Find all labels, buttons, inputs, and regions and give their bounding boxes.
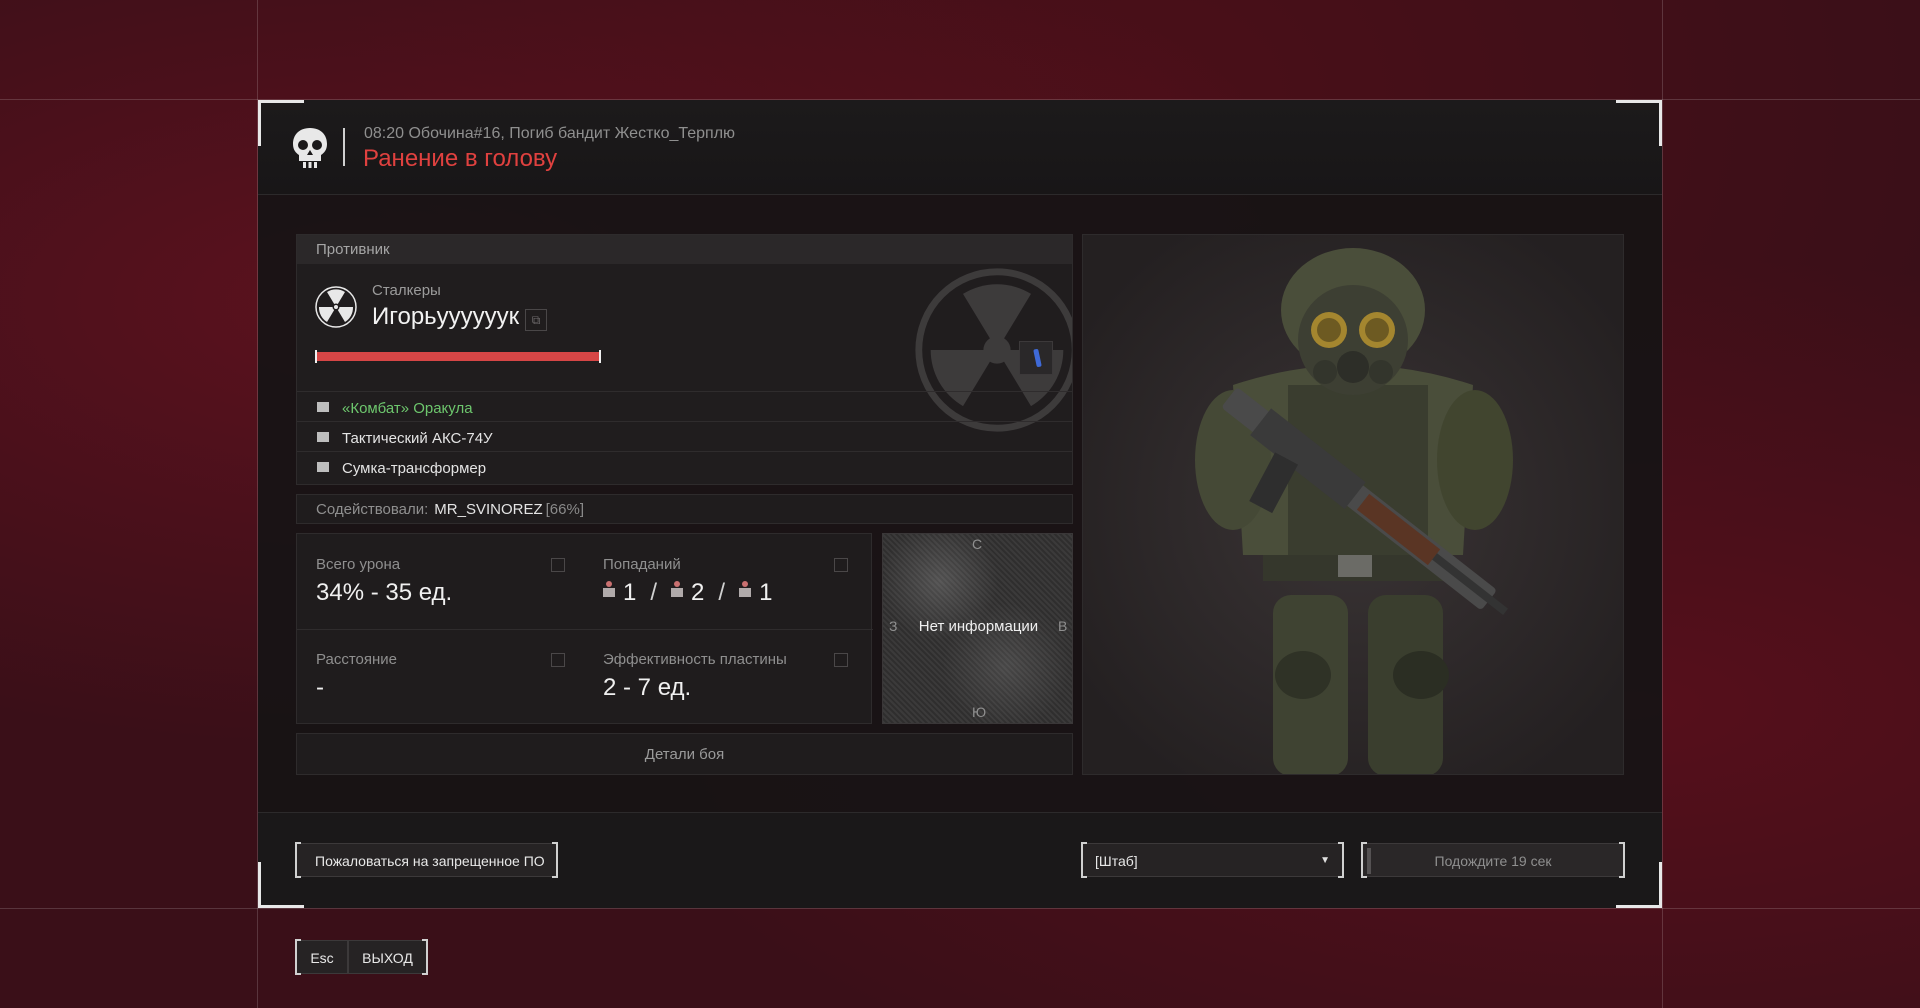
frame-corner	[1616, 100, 1662, 146]
header-divider	[343, 128, 345, 166]
minimap-no-info: Нет информации	[918, 618, 1039, 635]
hits-head: 1	[623, 579, 637, 606]
frame-corner	[258, 100, 304, 146]
hits-separator: /	[650, 579, 658, 606]
exit-label: ВЫХОД	[362, 950, 413, 966]
death-cause: Ранение в голову	[363, 145, 558, 172]
stat-plate-efficiency-label: Эффективность пластины	[603, 651, 787, 668]
stats-divider	[297, 629, 873, 630]
esc-key-label: Esc	[310, 950, 334, 966]
equipment-weapon-label: Тактический АКС-74У	[342, 430, 493, 447]
hits-body: 2	[691, 579, 705, 606]
stat-plate-efficiency-value: 2 - 7 ед.	[603, 674, 692, 701]
frame-bracket	[552, 842, 558, 878]
respawn-wait-label: Подождите 19 сек	[1434, 853, 1552, 869]
stat-hits: Попаданий 1 / 2 / 1	[603, 556, 853, 607]
stat-total-damage-label: Всего урона	[316, 556, 401, 573]
compass-north: С	[972, 536, 983, 552]
frame-bracket	[1361, 842, 1367, 878]
armor-icon	[317, 402, 329, 412]
respawn-wait-button[interactable]: Подождите 19 сек	[1361, 842, 1625, 878]
help-icon[interactable]	[551, 558, 565, 572]
enemy-section-title: Противник	[297, 235, 1072, 264]
enemy-name: Игорьуууууук	[372, 303, 520, 330]
rifle-icon	[317, 432, 329, 442]
hits-legs: 1	[759, 579, 773, 606]
body-hit-icon	[671, 581, 684, 597]
equipment-armor: «Комбат» Оракула	[297, 391, 1072, 421]
frame-bracket	[1081, 842, 1087, 878]
stat-total-damage-value: 34% - 35 ед.	[316, 579, 453, 606]
assist-row: Содействовали: MR_SVINOREZ [66%]	[296, 494, 1073, 524]
help-icon[interactable]	[834, 653, 848, 667]
equipment-weapon: Тактический АКС-74У	[297, 421, 1072, 451]
report-cheat-button[interactable]: Пожаловаться на запрещенное ПО	[295, 842, 558, 878]
frame-bracket	[422, 939, 428, 975]
compass-south: Ю	[972, 704, 987, 720]
bag-icon	[317, 462, 329, 472]
stat-distance-value: -	[316, 674, 324, 701]
dropdown-arrow-icon: ▼	[1320, 855, 1330, 866]
kill-event-text: 08:20 Обочина#16, Погиб бандит Жестко_Те…	[364, 125, 736, 142]
battle-details-button[interactable]: Детали боя	[296, 733, 1073, 775]
minimap: С Ю З В Нет информации	[882, 533, 1073, 724]
respawn-point-value: [Штаб]	[1095, 853, 1138, 869]
stat-distance: Расстояние -	[316, 651, 566, 702]
equipment-armor-label: «Комбат» Оракула	[342, 400, 473, 417]
esc-key-hint[interactable]: Esc	[295, 939, 348, 975]
enemy-health-bar	[315, 350, 601, 363]
exit-button[interactable]: ВЫХОД	[348, 939, 428, 975]
assist-player: MR_SVINOREZ	[434, 501, 543, 518]
hits-separator: /	[718, 579, 726, 606]
frame-bracket	[295, 939, 301, 975]
item-badge-icon	[1019, 341, 1053, 375]
head-hit-icon	[603, 581, 615, 597]
equipment-bag: Сумка-трансформер	[297, 451, 1072, 481]
stat-distance-label: Расстояние	[316, 651, 398, 668]
soldier-figure-icon	[1083, 235, 1623, 774]
stat-hits-value: 1 / 2 / 1	[603, 579, 853, 607]
frame-corner	[1616, 862, 1662, 908]
combat-stats: Всего урона 34% - 35 ед. Попаданий 1/2/1…	[296, 533, 873, 724]
faction-radiation-icon	[315, 286, 357, 328]
stat-hits-label: Попаданий	[603, 556, 681, 573]
frame-corner	[258, 862, 304, 908]
enemy-card: Противник Сталкеры Игорьуууууук ⧉ «Комба…	[296, 234, 1073, 485]
help-icon[interactable]	[834, 558, 848, 572]
assist-label: Содействовали:	[316, 501, 429, 518]
help-icon[interactable]	[551, 653, 565, 667]
enemy-character-model	[1082, 234, 1624, 775]
report-cheat-label: Пожаловаться на запрещенное ПО	[315, 853, 545, 869]
enemy-faction: Сталкеры	[372, 282, 441, 299]
equipment-bag-label: Сумка-трансформер	[342, 460, 487, 477]
respawn-point-select[interactable]: [Штаб] ▼	[1081, 842, 1344, 878]
frame-bracket	[1338, 842, 1344, 878]
copy-name-icon[interactable]: ⧉	[525, 309, 547, 331]
stat-plate-efficiency: Эффективность пластины 2 - 7 ед.	[603, 651, 853, 702]
assist-percent: [66%]	[545, 501, 584, 518]
legs-hit-icon	[739, 581, 752, 597]
stat-total-damage: Всего урона 34% - 35 ед.	[316, 556, 566, 607]
